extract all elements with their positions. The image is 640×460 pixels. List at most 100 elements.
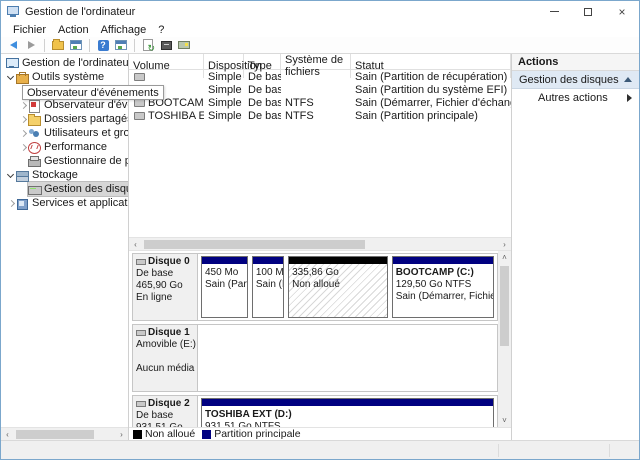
volume-list-header: Volume Disposition Type Système de fichi… xyxy=(129,54,511,70)
sidebar-horizontal-scrollbar[interactable]: ‹ › xyxy=(1,427,128,440)
disk1-empty-area[interactable] xyxy=(198,324,498,392)
partition-bootcamp[interactable]: BOOTCAMP (C:)129,50 Go NTFSSain (Démarre… xyxy=(392,256,494,318)
sidebar-item-gestionnaire-peripheriques[interactable]: Gestionnaire de périphé xyxy=(1,154,128,168)
scrollbar-thumb[interactable] xyxy=(144,240,365,249)
volume-type: De base xyxy=(244,97,281,109)
disk-size: 465,90 Go xyxy=(136,280,194,292)
sidebar-item-root[interactable]: Gestion de l'ordinateur (local) xyxy=(1,56,128,70)
scrollbar-thumb[interactable] xyxy=(500,266,509,346)
chevron-right-icon[interactable] xyxy=(6,198,16,208)
disk0-label[interactable]: Disque 0 De base 465,90 Go En ligne xyxy=(132,253,198,321)
table-row[interactable]: BOOTCAMP (C:) Simple De base NTFS Sain (… xyxy=(129,96,511,109)
disk-graphical-view: Disque 0 De base 465,90 Go En ligne 450 … xyxy=(129,250,511,427)
actions-item-label: Autres actions xyxy=(538,92,608,104)
partition-color-bar xyxy=(202,399,493,406)
partition-title: TOSHIBA EXT (D:) xyxy=(205,409,490,421)
actions-section-gestion-des-disques[interactable]: Gestion des disques xyxy=(512,71,639,89)
chevron-right-icon[interactable] xyxy=(18,128,28,138)
disk1-label[interactable]: Disque 1 Amovible (E:) Aucun média xyxy=(132,324,198,392)
status-bar xyxy=(1,440,639,460)
scroll-left-icon[interactable]: ‹ xyxy=(129,238,142,251)
close-button[interactable]: × xyxy=(605,1,639,22)
chevron-down-icon[interactable] xyxy=(6,72,16,82)
help-icon[interactable]: ? xyxy=(95,38,111,52)
scroll-down-icon[interactable]: ˅ xyxy=(498,414,511,427)
disk-view-vertical-scrollbar[interactable]: ˄ ˅ xyxy=(498,251,511,427)
legend: Non alloué Partition principale xyxy=(129,427,511,440)
menu-bar: Fichier Action Affichage ? xyxy=(1,22,639,37)
table-row[interactable]: Simple De base Sain (Partition du systèm… xyxy=(129,83,511,96)
sidebar-item-services-applications[interactable]: Services et applications xyxy=(1,196,128,210)
disk-status: En ligne xyxy=(136,292,194,304)
selected-tree-item[interactable]: Gestion des disques xyxy=(28,182,128,196)
properties-icon[interactable] xyxy=(158,38,174,52)
volume-name: TOSHIBA EXT (D:) xyxy=(148,110,204,122)
computer-icon xyxy=(6,58,19,69)
back-icon[interactable] xyxy=(5,38,21,52)
chevron-down-icon[interactable] xyxy=(6,170,16,180)
menu-action[interactable]: Action xyxy=(52,22,95,37)
volume-list-horizontal-scrollbar[interactable]: ‹ › xyxy=(129,237,511,250)
sidebar-item-dossiers-partages[interactable]: Dossiers partagés xyxy=(1,112,128,126)
services-icon xyxy=(16,198,29,209)
volume-type: De base xyxy=(244,84,281,96)
menu-aide[interactable]: ? xyxy=(152,22,170,37)
status-separator xyxy=(609,444,610,457)
partition-recovery[interactable]: 450 MoSain (Partiti xyxy=(201,256,248,318)
refresh-icon[interactable] xyxy=(140,38,156,52)
show-action-pane-icon[interactable] xyxy=(113,38,129,52)
scrollbar-track[interactable] xyxy=(142,238,498,250)
show-console-tree-icon[interactable] xyxy=(68,38,84,52)
disk-actions-icon[interactable] xyxy=(176,38,192,52)
scrollbar-track[interactable] xyxy=(498,264,511,414)
chevron-right-icon[interactable] xyxy=(18,114,28,124)
volume-icon xyxy=(134,112,145,120)
users-icon xyxy=(28,128,41,139)
shared-folder-icon xyxy=(28,114,41,125)
scrollbar-thumb[interactable] xyxy=(16,430,94,439)
scroll-right-icon[interactable]: › xyxy=(498,238,511,251)
performance-icon xyxy=(28,142,41,153)
chevron-right-icon[interactable] xyxy=(18,100,28,110)
minimize-button[interactable] xyxy=(537,1,571,22)
partition-size: 450 Mo xyxy=(205,267,244,279)
table-row[interactable]: TOSHIBA EXT (D:) Simple De base NTFS Sai… xyxy=(129,109,511,122)
actions-item-autres-actions[interactable]: Autres actions xyxy=(512,89,639,107)
sidebar-item-outils-systeme[interactable]: Outils système xyxy=(1,70,128,84)
sidebar-item-stockage[interactable]: Stockage xyxy=(1,168,128,182)
scroll-left-icon[interactable]: ‹ xyxy=(1,428,14,441)
sidebar-item-label: Outils système xyxy=(32,71,104,83)
disk2-label[interactable]: Disque 2 De base 931,51 Go En ligne xyxy=(132,395,198,427)
partition-status: Non alloué xyxy=(292,279,384,291)
sidebar-item-observateur[interactable]: Observateur d'événements xyxy=(1,98,128,112)
sidebar-item-performance[interactable]: Performance xyxy=(1,140,128,154)
menu-fichier[interactable]: Fichier xyxy=(7,22,52,37)
forward-icon[interactable] xyxy=(23,38,39,52)
partition-efi[interactable]: 100 MoSain (Pa xyxy=(252,256,284,318)
legend-primary-swatch xyxy=(202,430,211,439)
sidebar-item-utilisateurs[interactable]: Utilisateurs et groupes l xyxy=(1,126,128,140)
sidebar-item-gestion-des-disques[interactable]: Gestion des disques xyxy=(1,182,128,196)
scroll-up-icon[interactable]: ˄ xyxy=(498,251,511,264)
maximize-button[interactable] xyxy=(571,1,605,22)
partition-toshiba[interactable]: TOSHIBA EXT (D:)931,51 Go NTFSSain (Part… xyxy=(201,398,494,427)
chevron-right-icon[interactable] xyxy=(18,142,28,152)
scroll-right-icon[interactable]: › xyxy=(115,428,128,441)
sidebar-item-label: Observateur d'événements xyxy=(44,99,128,111)
up-one-level-icon[interactable] xyxy=(50,38,66,52)
disk-name: Disque 0 xyxy=(148,256,190,268)
partition-status: Sain (Partiti xyxy=(205,279,244,291)
scrollbar-track[interactable] xyxy=(14,428,115,440)
collapse-icon[interactable] xyxy=(624,77,632,82)
partition-unallocated[interactable]: 335,86 GoNon alloué xyxy=(288,256,388,318)
partition-status: Sain (Pa xyxy=(256,279,280,291)
volume-statut: Sain (Partition du système EFI) xyxy=(351,84,511,96)
volume-list: Volume Disposition Type Système de fichi… xyxy=(129,54,511,237)
actions-section-label: Gestion des disques xyxy=(519,74,619,86)
sidebar-item-label: Dossiers partagés xyxy=(44,113,128,125)
menu-affichage[interactable]: Affichage xyxy=(95,22,153,37)
sidebar-item-label: Stockage xyxy=(32,169,78,181)
main-area: Gestion de l'ordinateur (local) Outils s… xyxy=(1,54,639,440)
column-header-fs[interactable]: Système de fichiers xyxy=(281,54,351,78)
sidebar-item-label: Gestion de l'ordinateur (local) xyxy=(22,57,128,69)
